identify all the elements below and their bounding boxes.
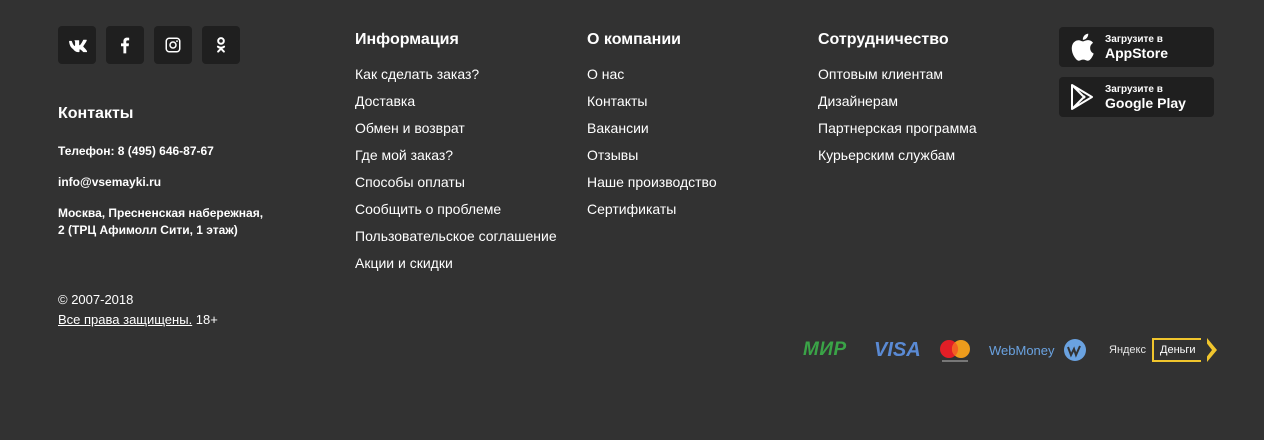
copyright: © 2007-2018 Все права защищены. 18+: [58, 290, 218, 330]
instagram-icon: [165, 37, 181, 53]
store-big-label: AppStore: [1105, 44, 1168, 61]
visa-logo: VISA: [874, 338, 921, 361]
contact-phone: Телефон: 8 (495) 646-87-67: [58, 144, 214, 158]
column-partners: Сотрудничество Оптовым клиентам Дизайнер…: [818, 31, 977, 169]
vk-icon: [68, 39, 87, 53]
store-small-label: Загрузите в: [1105, 33, 1163, 45]
age-rating: 18+: [192, 312, 218, 327]
store-small-label: Загрузите в: [1105, 83, 1163, 95]
vk-button[interactable]: [58, 26, 96, 64]
mastercard-logo: [938, 336, 972, 364]
odnoklassniki-button[interactable]: [202, 26, 240, 64]
footer-link[interactable]: Оптовым клиентам: [818, 61, 977, 88]
footer-link[interactable]: Курьерским службам: [818, 142, 977, 169]
mastercard-icon: [940, 340, 970, 362]
footer-link[interactable]: Пользовательское соглашение: [355, 223, 557, 250]
appstore-button[interactable]: Загрузите в AppStore: [1059, 27, 1214, 67]
footer-link[interactable]: Где мой заказ?: [355, 142, 557, 169]
yandex-text: Яндекс: [1109, 344, 1146, 356]
footer-link[interactable]: Вакансии: [587, 115, 717, 142]
column-about: О компании О нас Контакты Вакансии Отзыв…: [587, 31, 717, 223]
copyright-years: © 2007-2018: [58, 292, 134, 307]
googleplay-button[interactable]: Загрузите в Google Play: [1059, 77, 1214, 117]
footer-link[interactable]: Сообщить о проблеме: [355, 196, 557, 223]
footer-link[interactable]: Дизайнерам: [818, 88, 977, 115]
rights-link[interactable]: Все права защищены.: [58, 312, 192, 327]
footer-link[interactable]: Как сделать заказ?: [355, 61, 557, 88]
footer-link[interactable]: О нас: [587, 61, 717, 88]
webmoney-text: WebMoney: [989, 342, 1055, 358]
contacts-block: Контакты Телефон: 8 (495) 646-87-67 info…: [58, 105, 298, 253]
contact-email[interactable]: info@vsemayki.ru: [58, 174, 298, 191]
footer-link[interactable]: Акции и скидки: [355, 250, 557, 277]
footer-link[interactable]: Сертификаты: [587, 196, 717, 223]
odnoklassniki-icon: [216, 37, 226, 53]
yandex-money-logo: Яндекс Деньги: [1109, 336, 1217, 364]
footer-link[interactable]: Наше производство: [587, 169, 717, 196]
contact-address: Москва, Пресненская набережная, 2 (ТРЦ А…: [58, 205, 298, 239]
google-play-icon: [1071, 84, 1093, 110]
column-info: Информация Как сделать заказ? Доставка О…: [355, 31, 557, 277]
footer-link[interactable]: Партнерская программа: [818, 115, 977, 142]
facebook-icon: [121, 37, 130, 54]
apple-icon: [1071, 33, 1094, 61]
footer-link[interactable]: Отзывы: [587, 142, 717, 169]
dengi-text: Деньги: [1152, 338, 1201, 362]
footer-link[interactable]: Способы оплаты: [355, 169, 557, 196]
social-links: [58, 26, 240, 64]
footer-link[interactable]: Доставка: [355, 88, 557, 115]
webmoney-logo: WebMoney: [989, 336, 1087, 364]
footer-link[interactable]: Обмен и возврат: [355, 115, 557, 142]
contacts-title: Контакты: [58, 105, 134, 122]
facebook-button[interactable]: [106, 26, 144, 64]
column-title: О компании: [587, 31, 681, 48]
footer-link[interactable]: Контакты: [587, 88, 717, 115]
instagram-button[interactable]: [154, 26, 192, 64]
column-title: Сотрудничество: [818, 31, 949, 48]
mir-logo: МИР: [803, 339, 847, 360]
column-title: Информация: [355, 31, 459, 48]
webmoney-globe-icon: [1063, 339, 1086, 361]
address-line-2: 2 (ТРЦ Афимолл Сити, 1 этаж): [58, 223, 238, 237]
store-big-label: Google Play: [1105, 94, 1186, 111]
yandex-arrow-icon: [1204, 338, 1217, 362]
address-line-1: Москва, Пресненская набережная,: [58, 206, 264, 220]
